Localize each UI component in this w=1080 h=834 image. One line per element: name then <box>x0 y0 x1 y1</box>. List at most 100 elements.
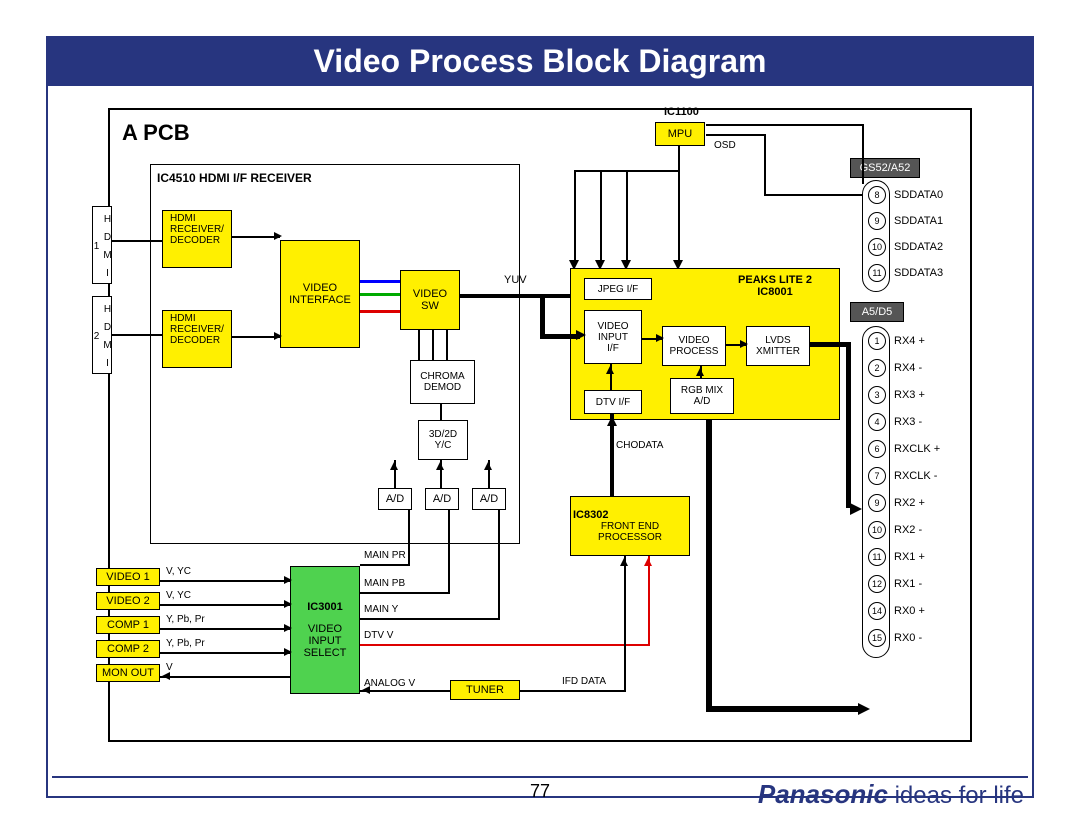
wire <box>678 146 680 264</box>
wire <box>706 124 864 126</box>
wire <box>440 404 442 420</box>
wire-red <box>360 644 650 646</box>
hdmi-receiver-1: HDMIRECEIVER/DECODER <box>162 210 232 268</box>
arrow <box>620 558 628 566</box>
ic4510-label: IC4510 HDMI I/F RECEIVER <box>157 171 312 185</box>
wire-green <box>360 293 400 296</box>
rx-pin-11: 15RX0 - <box>868 629 922 647</box>
analogv: ANALOG V <box>364 678 415 689</box>
mainy: MAIN Y <box>364 604 398 615</box>
video2-port: VIDEO 2 <box>96 592 160 610</box>
pcb-label: A PCB <box>122 120 190 146</box>
brand: Panasonic ideas for life <box>758 779 1024 810</box>
video1-port: VIDEO 1 <box>96 568 160 586</box>
rx-pin-9: 12RX1 - <box>868 575 922 593</box>
wire <box>408 510 410 566</box>
dtvv: DTV V <box>364 630 393 641</box>
ad-1: A/D <box>378 488 412 510</box>
slide-title: Video Process Block Diagram <box>314 43 767 80</box>
wire-red <box>648 556 650 646</box>
arrow <box>162 672 170 680</box>
arrow <box>284 648 292 656</box>
hdmi-port-2: H D M I 2 <box>92 296 112 374</box>
wire <box>360 592 450 594</box>
yuv-label: YUV <box>504 274 527 286</box>
mainpr: MAIN PR <box>364 550 406 561</box>
wire <box>574 170 680 172</box>
ic3001-label: IC3001 <box>307 601 342 613</box>
comp2-port: COMP 2 <box>96 640 160 658</box>
wire <box>498 510 500 620</box>
wire <box>764 134 766 196</box>
vis-label: VIDEOINPUTSELECT <box>304 623 347 659</box>
wire <box>520 690 626 692</box>
rx-pin-6: 9RX2 + <box>868 494 925 512</box>
chodata-label: CHODATA <box>616 440 663 451</box>
arrow <box>606 366 614 374</box>
arrow <box>576 330 586 340</box>
rx-pin-8: 11RX1 + <box>868 548 925 566</box>
brand-tagline: ideas for life <box>895 782 1024 809</box>
wire <box>446 330 448 360</box>
sd-pin-3: 11SDDATA3 <box>868 264 943 282</box>
arrow <box>390 462 398 470</box>
ypbpr1: Y, Pb, Pr <box>166 614 205 625</box>
wire <box>706 706 861 712</box>
wire <box>160 604 290 606</box>
arrow <box>850 503 862 515</box>
rx-pin-7: 10RX2 - <box>868 521 922 539</box>
wire <box>112 240 162 242</box>
comp1-port: COMP 1 <box>96 616 160 634</box>
wire <box>160 652 290 654</box>
wire <box>626 170 628 264</box>
wire <box>360 564 410 566</box>
video-sw: VIDEOSW <box>400 270 460 330</box>
wire <box>418 330 420 360</box>
wire <box>360 690 450 692</box>
ic8302-label: IC8302 <box>573 509 608 521</box>
wire <box>112 334 162 336</box>
arrow <box>607 416 617 426</box>
footer-line <box>52 776 1028 778</box>
wire <box>862 124 864 184</box>
arrow <box>484 462 492 470</box>
ifd-data: IFD DATA <box>562 676 606 687</box>
diagram: A PCB IC4510 HDMI I/F RECEIVER H D M I 1… <box>108 108 972 742</box>
vyc1: V, YC <box>166 566 191 577</box>
rgb-mix: RGB MIXA/D <box>670 378 734 414</box>
dtv-if: DTV I/F <box>584 390 642 414</box>
3d2d-yc: 3D/2DY/C <box>418 420 468 460</box>
a5d5-header: A5/D5 <box>850 302 904 322</box>
wire <box>232 236 280 238</box>
wire <box>706 420 712 708</box>
mainpb: MAIN PB <box>364 578 405 589</box>
wire <box>360 618 500 620</box>
wire-yuv <box>460 294 580 298</box>
monout-port: MON OUT <box>96 664 160 682</box>
title-bar: Video Process Block Diagram <box>46 36 1034 86</box>
wire <box>706 134 766 136</box>
wire <box>448 510 450 594</box>
video-process: VIDEOPROCESS <box>662 326 726 366</box>
video-interface: VIDEOINTERFACE <box>280 240 360 348</box>
wire <box>160 676 290 678</box>
wire <box>764 194 864 196</box>
wire <box>160 580 290 582</box>
rx-pin-3: 4RX3 - <box>868 413 922 431</box>
hdmi-receiver-2: HDMIRECEIVER/DECODER <box>162 310 232 368</box>
video-input-if: VIDEOINPUTI/F <box>584 310 642 364</box>
ypbpr2: Y, Pb, Pr <box>166 638 205 649</box>
hdmi-port-1: H D M I 1 <box>92 206 112 284</box>
wire <box>540 334 580 339</box>
rx-pin-2: 3RX3 + <box>868 386 925 404</box>
tuner-block: TUNER <box>450 680 520 700</box>
wire <box>624 556 626 692</box>
frontend-label: FRONT ENDPROCESSOR <box>598 521 662 543</box>
slide: Video Process Block Diagram A PCB IC4510… <box>0 0 1080 834</box>
arrow <box>362 686 370 694</box>
wire <box>574 170 576 264</box>
brand-name: Panasonic <box>758 779 888 809</box>
rx-pin-4: 6RXCLK + <box>868 440 940 458</box>
arrow <box>284 600 292 608</box>
ic1100-label: IC1100 <box>664 106 699 118</box>
